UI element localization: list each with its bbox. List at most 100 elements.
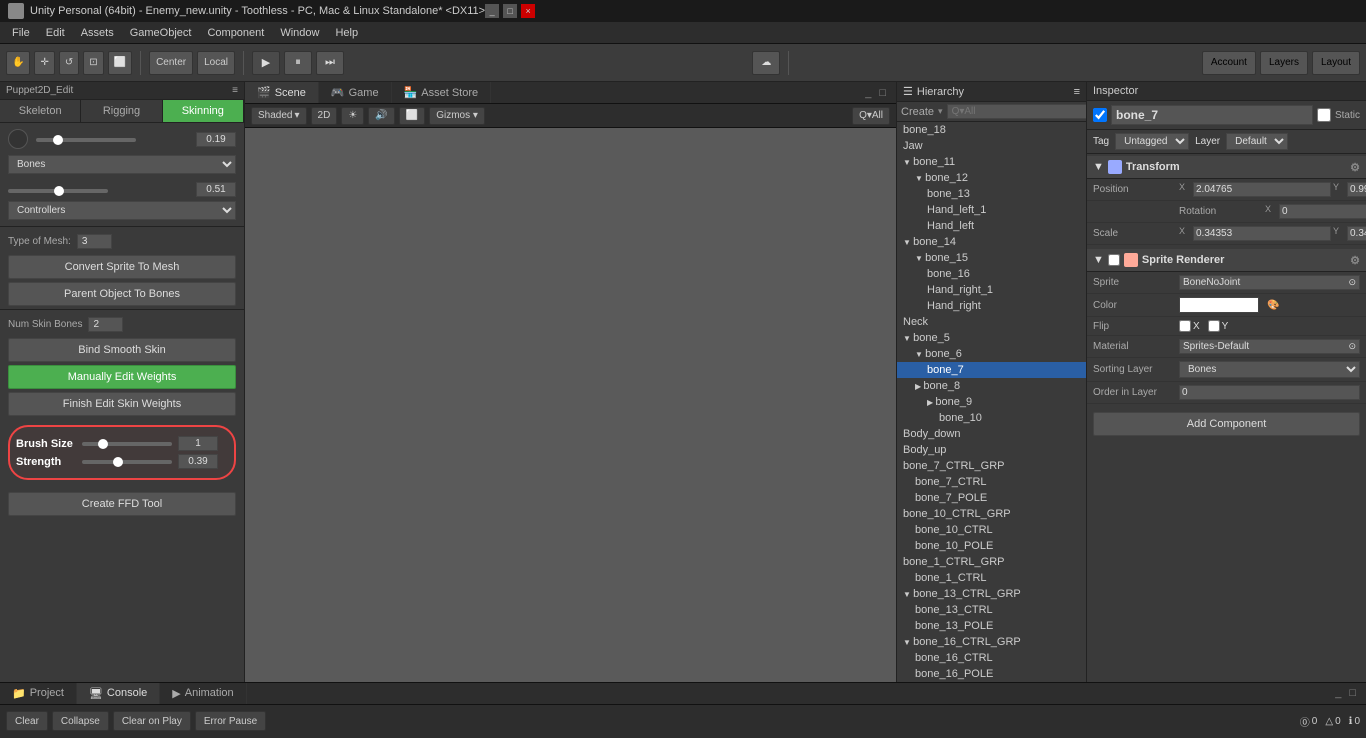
- list-item[interactable]: bone_15: [897, 250, 1086, 266]
- transform-settings-icon[interactable]: ⚙: [1350, 161, 1360, 174]
- brush-size-slider[interactable]: [82, 442, 172, 446]
- color-swatch[interactable]: [1179, 297, 1259, 313]
- list-item[interactable]: bone_1_CTRL: [897, 570, 1086, 586]
- list-item[interactable]: bone_1_CTRL_GRP: [897, 554, 1086, 570]
- create-label[interactable]: Create: [901, 106, 934, 118]
- color-preview-circle[interactable]: [8, 129, 28, 149]
- position-x-input[interactable]: [1193, 182, 1331, 197]
- list-item[interactable]: bone_16: [897, 266, 1086, 282]
- transform-expand-icon[interactable]: ▼: [1093, 161, 1104, 173]
- list-item[interactable]: bone_9: [897, 394, 1086, 410]
- list-item[interactable]: Neck: [897, 314, 1086, 330]
- tab-game[interactable]: 🎮 Game: [319, 82, 392, 103]
- menu-edit[interactable]: Edit: [38, 25, 73, 41]
- list-item[interactable]: Hand_left: [897, 218, 1086, 234]
- panel-menu-icon[interactable]: ≡: [232, 85, 238, 96]
- cloud-button[interactable]: ☁: [752, 51, 780, 75]
- list-item[interactable]: bone_13_CTRL_GRP: [897, 586, 1086, 602]
- rotation-x-input[interactable]: [1279, 204, 1366, 219]
- pause-button[interactable]: ⏸: [284, 51, 312, 75]
- lighting-icon-btn[interactable]: ☀: [341, 107, 364, 125]
- scale-tool-button[interactable]: ⊡: [83, 51, 103, 75]
- bones-dropdown[interactable]: Bones: [8, 155, 236, 174]
- list-item[interactable]: bone_14: [897, 234, 1086, 250]
- menu-component[interactable]: Component: [199, 25, 272, 41]
- hand-tool-button[interactable]: ✋: [6, 51, 30, 75]
- tag-dropdown[interactable]: Untagged: [1115, 133, 1189, 150]
- minimize-button[interactable]: _: [485, 4, 499, 18]
- list-item[interactable]: bone_12: [897, 170, 1086, 186]
- tab-asset-store[interactable]: 🏪 Asset Store: [392, 82, 492, 103]
- list-item[interactable]: bone_10_POLE: [897, 538, 1086, 554]
- list-item[interactable]: bone_13_CTRL: [897, 602, 1086, 618]
- list-item[interactable]: bone_10: [897, 410, 1086, 426]
- flip-y-checkbox[interactable]: [1208, 320, 1220, 332]
- manually-edit-button[interactable]: Manually Edit Weights: [8, 365, 236, 389]
- tab-project[interactable]: 📁 Project: [0, 683, 77, 704]
- tab-rigging[interactable]: Rigging: [81, 100, 162, 122]
- convert-sprite-button[interactable]: Convert Sprite To Mesh: [8, 255, 236, 279]
- account-dropdown[interactable]: Account: [1202, 51, 1256, 75]
- bind-smooth-button[interactable]: Bind Smooth Skin: [8, 338, 236, 362]
- add-component-button[interactable]: Add Component: [1093, 412, 1360, 436]
- sprite-renderer-settings-icon[interactable]: ⚙: [1350, 254, 1360, 267]
- list-item[interactable]: bone_8: [897, 378, 1086, 394]
- local-toggle-button[interactable]: Local: [197, 51, 235, 75]
- error-pause-button[interactable]: Error Pause: [195, 711, 266, 731]
- bottom-maximize-icon[interactable]: □: [1345, 687, 1360, 699]
- list-item[interactable]: bone_16_POLE: [897, 666, 1086, 682]
- layer-dropdown[interactable]: Default: [1226, 133, 1288, 150]
- close-button[interactable]: ×: [521, 4, 535, 18]
- object-name-input[interactable]: [1111, 105, 1313, 125]
- type-of-mesh-input[interactable]: [77, 234, 112, 249]
- clear-button[interactable]: Clear: [6, 711, 48, 731]
- move-tool-button[interactable]: ✛: [34, 51, 54, 75]
- list-item[interactable]: bone_10_CTRL_GRP: [897, 506, 1086, 522]
- list-item[interactable]: bone_13_POLE: [897, 618, 1086, 634]
- tab-console[interactable]: 🖥 Console: [77, 683, 160, 704]
- parent-object-button[interactable]: Parent Object To Bones: [8, 282, 236, 306]
- list-item[interactable]: bone_7_CTRL: [897, 474, 1086, 490]
- layout-dropdown[interactable]: Layout: [1312, 51, 1360, 75]
- 2d-button[interactable]: 2D: [311, 107, 338, 125]
- create-ffd-button[interactable]: Create FFD Tool: [8, 492, 236, 516]
- tab-animation[interactable]: ▶ Animation: [160, 683, 246, 704]
- audio-icon-btn[interactable]: 🔊: [368, 107, 394, 125]
- bottom-minimize-icon[interactable]: _: [1331, 687, 1345, 699]
- sorting-layer-dropdown[interactable]: Bones: [1179, 361, 1360, 378]
- color-picker-icon[interactable]: 🎨: [1267, 300, 1279, 311]
- list-item[interactable]: Jaw: [897, 138, 1086, 154]
- list-item[interactable]: Body_up: [897, 442, 1086, 458]
- num-skin-input[interactable]: [88, 317, 123, 332]
- object-active-checkbox[interactable]: [1093, 108, 1107, 122]
- flip-x-checkbox[interactable]: [1179, 320, 1191, 332]
- rotate-tool-button[interactable]: ↺: [59, 51, 79, 75]
- list-item[interactable]: bone_5: [897, 330, 1086, 346]
- hierarchy-menu-icon[interactable]: ≡: [1074, 86, 1080, 98]
- tab-skinning[interactable]: Skinning: [163, 100, 244, 122]
- all-search-btn[interactable]: Q▾All: [852, 107, 890, 125]
- play-button[interactable]: ▶: [252, 51, 280, 75]
- layers-dropdown[interactable]: Layers: [1260, 51, 1308, 75]
- list-item[interactable]: Hand_right_1: [897, 282, 1086, 298]
- effects-icon-btn[interactable]: ⬜: [399, 107, 425, 125]
- slider1[interactable]: [36, 138, 136, 142]
- sprite-renderer-active[interactable]: [1108, 254, 1120, 266]
- viewport-maximize-icon[interactable]: □: [875, 87, 890, 99]
- list-item[interactable]: bone_13: [897, 186, 1086, 202]
- collapse-button[interactable]: Collapse: [52, 711, 109, 731]
- list-item[interactable]: bone_10_CTRL: [897, 522, 1086, 538]
- menu-file[interactable]: File: [4, 25, 38, 41]
- strength-slider[interactable]: [82, 460, 172, 464]
- rect-tool-button[interactable]: ⬜: [108, 51, 132, 75]
- list-item[interactable]: bone_6: [897, 346, 1086, 362]
- scale-y-input[interactable]: [1347, 226, 1366, 241]
- list-item[interactable]: bone_16_CTRL: [897, 650, 1086, 666]
- list-item-selected[interactable]: bone_7: [897, 362, 1086, 378]
- list-item[interactable]: Body_down: [897, 426, 1086, 442]
- shaded-dropdown[interactable]: Shaded ▾: [251, 107, 307, 125]
- menu-gameobject[interactable]: GameObject: [122, 25, 200, 41]
- maximize-button[interactable]: □: [503, 4, 517, 18]
- list-item[interactable]: Hand_right: [897, 298, 1086, 314]
- list-item[interactable]: bone_7_CTRL_GRP: [897, 458, 1086, 474]
